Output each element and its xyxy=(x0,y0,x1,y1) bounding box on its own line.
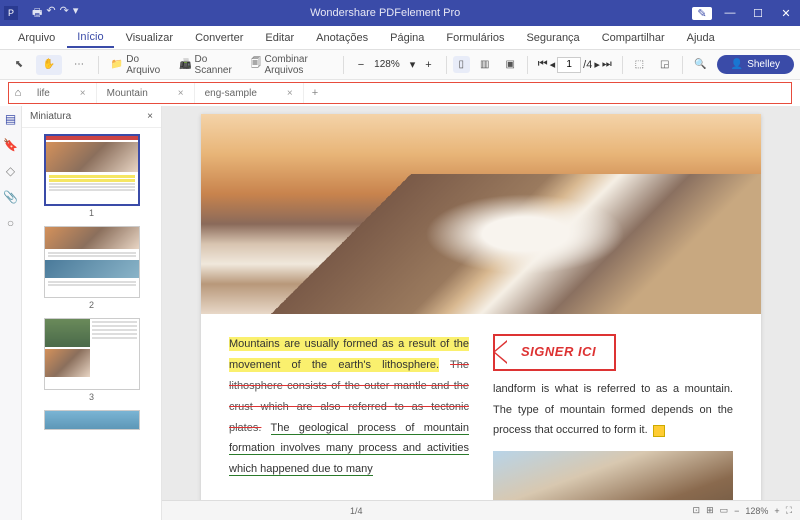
edit-window-icon[interactable]: ✎ xyxy=(692,7,712,20)
last-page[interactable]: ⏭ xyxy=(602,58,612,71)
next-page[interactable]: ▸ xyxy=(594,58,600,71)
close-window-icon[interactable]: ✕ xyxy=(776,7,796,20)
user-button[interactable]: 👤Shelley xyxy=(717,55,794,74)
status-zoom-out[interactable]: − xyxy=(734,506,739,516)
view-continuous[interactable]: ▥ xyxy=(474,56,495,73)
combine-icon: 🗐 xyxy=(250,58,261,72)
zoom-out-button[interactable]: − xyxy=(354,57,368,73)
fit-visible-icon[interactable]: ▭ xyxy=(720,505,729,516)
thumbnail-2[interactable]: 2 xyxy=(42,226,142,310)
menubar: Arquivo Início Visualizar Converter Edit… xyxy=(0,26,800,50)
menu-compartilhar[interactable]: Compartilhar xyxy=(592,29,675,47)
column-right: SIGNER ICI landform is what is referred … xyxy=(493,334,733,520)
document-tabs: ⌂ life× Mountain× eng-sample× + xyxy=(8,82,792,104)
home-tab[interactable]: ⌂ xyxy=(9,87,27,99)
zoom-dropdown[interactable]: ▾ xyxy=(406,56,420,73)
page-1: Mountains are usually formed as a result… xyxy=(201,114,761,520)
print-icon[interactable]: 🖶 xyxy=(32,4,42,23)
app-icon: P xyxy=(4,6,18,20)
menu-anotacoes[interactable]: Anotações xyxy=(306,29,378,47)
thumbnail-3[interactable]: 3 xyxy=(42,318,142,402)
thumbnails-icon[interactable]: ▤ xyxy=(5,112,16,126)
menu-formularios[interactable]: Formulários xyxy=(436,29,514,47)
thumb-num-2: 2 xyxy=(89,300,94,310)
hand-tool[interactable]: ✋ xyxy=(36,55,62,75)
body-text: landform is what is referred to as a mou… xyxy=(493,383,733,437)
page-total: /4 xyxy=(583,59,592,71)
zoom-value[interactable]: 128% xyxy=(370,57,404,72)
arrow-icon: ⬉ xyxy=(12,58,26,72)
close-tab-icon[interactable]: × xyxy=(80,88,86,99)
fit-page-icon[interactable]: ⊡ xyxy=(693,505,701,516)
menu-editar[interactable]: Editar xyxy=(255,29,304,47)
status-zoom-val: 128% xyxy=(745,506,768,516)
column-left: Mountains are usually formed as a result… xyxy=(229,334,469,520)
sign-here-stamp[interactable]: SIGNER ICI xyxy=(493,334,616,371)
fullscreen-icon[interactable]: ⛶ xyxy=(786,505,792,516)
titlebar: P 🖶 ↶ ↷ ▾ Wondershare PDFelement Pro ✎ —… xyxy=(0,0,800,26)
menu-converter[interactable]: Converter xyxy=(185,29,253,47)
snapshot-tool[interactable]: ◲ xyxy=(654,56,675,73)
combine-button[interactable]: 🗐Combinar Arquivos xyxy=(244,51,336,79)
view-single[interactable]: ▯ xyxy=(453,56,471,73)
comments-icon[interactable]: ○ xyxy=(7,216,14,230)
close-tab-icon[interactable]: × xyxy=(287,88,293,99)
doc-tab-mountain[interactable]: Mountain× xyxy=(97,83,195,103)
view-facing[interactable]: ▣ xyxy=(499,56,520,73)
bookmarks-icon[interactable]: 🔖 xyxy=(3,138,18,152)
scanner-icon: 📠 xyxy=(179,58,191,72)
prev-page[interactable]: ◂ xyxy=(550,58,556,71)
doc-tab-eng-sample[interactable]: eng-sample× xyxy=(195,83,304,103)
zoom-in-button[interactable]: + xyxy=(421,57,435,73)
close-tab-icon[interactable]: × xyxy=(178,88,184,99)
status-page[interactable]: 1/4 xyxy=(350,506,363,516)
menu-pagina[interactable]: Página xyxy=(380,29,434,47)
user-icon: 👤 xyxy=(731,59,743,70)
menu-arquivo[interactable]: Arquivo xyxy=(8,29,65,47)
from-file-button[interactable]: 📁Do Arquivo xyxy=(105,51,169,79)
close-panel-icon[interactable]: × xyxy=(147,111,153,122)
add-tab-button[interactable]: + xyxy=(304,87,326,99)
thumbnail-4[interactable] xyxy=(42,410,142,430)
undo-icon[interactable]: ↶ xyxy=(46,4,55,23)
sidebar: ▤ 🔖 ◇ 📎 ○ xyxy=(0,106,22,520)
more-tools[interactable]: ⋯ xyxy=(66,55,92,75)
select-tool[interactable]: ⬉ xyxy=(6,55,32,75)
crop-tool[interactable]: ⬚ xyxy=(629,56,650,73)
from-scanner-button[interactable]: 📠Do Scanner xyxy=(173,51,240,79)
thumbnail-title: Miniatura xyxy=(30,111,71,122)
thumb-num-1: 1 xyxy=(89,208,94,218)
attachments-icon[interactable]: 📎 xyxy=(3,190,18,204)
ellipsis-icon: ⋯ xyxy=(72,58,86,72)
app-title: Wondershare PDFelement Pro xyxy=(78,7,692,19)
thumbnail-1[interactable]: 1 xyxy=(42,134,142,218)
minimize-icon[interactable]: — xyxy=(720,7,740,19)
toolbar: ⬉ ✋ ⋯ 📁Do Arquivo 📠Do Scanner 🗐Combinar … xyxy=(0,50,800,80)
thumb-num-3: 3 xyxy=(89,392,94,402)
hand-icon: ✋ xyxy=(42,58,56,72)
layers-icon[interactable]: ◇ xyxy=(6,164,15,178)
menu-visualizar[interactable]: Visualizar xyxy=(116,29,184,47)
search-icon: 🔍 xyxy=(694,59,706,70)
underlined-text[interactable]: The geological process of mountain forma… xyxy=(229,422,469,477)
folder-icon: 📁 xyxy=(111,58,123,72)
thumbnail-panel: Miniatura × 1 2 3 xyxy=(22,106,162,520)
statusbar: 1/4 ⊡ ⊞ ▭ − 128% + ⛶ xyxy=(162,500,800,520)
document-area[interactable]: Mountains are usually formed as a result… xyxy=(162,106,800,520)
fit-width-icon[interactable]: ⊞ xyxy=(706,505,714,516)
first-page[interactable]: ⏮ xyxy=(538,58,548,71)
menu-seguranca[interactable]: Segurança xyxy=(516,29,589,47)
maximize-icon[interactable]: ☐ xyxy=(748,7,768,20)
redo-icon[interactable]: ↷ xyxy=(60,4,69,23)
page-input[interactable] xyxy=(557,57,581,73)
doc-tab-life[interactable]: life× xyxy=(27,83,97,103)
sticky-note-icon[interactable] xyxy=(653,425,665,437)
status-zoom-in[interactable]: + xyxy=(774,506,779,516)
qat-more-icon[interactable]: ▾ xyxy=(73,4,79,23)
highlighted-text[interactable]: Mountains are usually formed as a result… xyxy=(229,337,469,372)
search-button[interactable]: 🔍 xyxy=(688,56,712,73)
menu-inicio[interactable]: Início xyxy=(67,28,113,48)
menu-ajuda[interactable]: Ajuda xyxy=(677,29,725,47)
hero-image xyxy=(201,114,761,314)
